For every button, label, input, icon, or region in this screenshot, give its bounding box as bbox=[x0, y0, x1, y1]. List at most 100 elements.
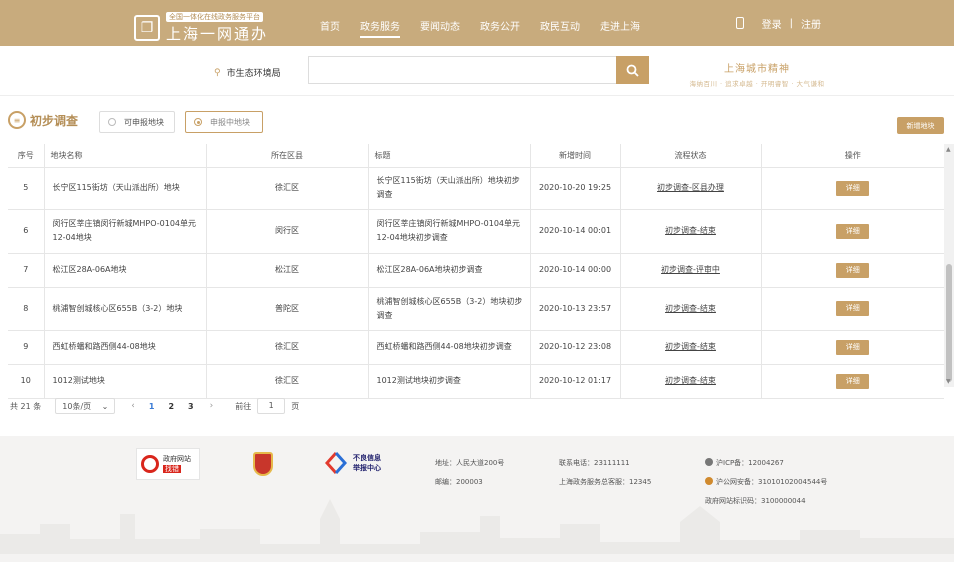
chevron-down-icon: ⌄ bbox=[101, 401, 109, 411]
row-no: 10 bbox=[8, 364, 45, 399]
filter-label: 可申报地块 bbox=[124, 117, 164, 127]
table-row: 7 松江区28A-06A地块 松江区 松江区28A-06A地块初步调查 2020… bbox=[8, 253, 944, 288]
detail-button[interactable]: 详细 bbox=[836, 262, 870, 278]
row-no: 9 bbox=[8, 330, 45, 365]
row-district: 普陀区 bbox=[206, 287, 369, 331]
logo-subtitle: 全国一体化在线政务服务平台 bbox=[166, 12, 263, 22]
row-status-link[interactable]: 初步调查-区县办理 bbox=[657, 183, 724, 192]
row-no: 6 bbox=[8, 209, 45, 254]
row-no: 5 bbox=[8, 167, 45, 210]
row-no: 8 bbox=[8, 287, 45, 331]
row-district: 松江区 bbox=[206, 253, 369, 288]
main-content: ≡ 初步调查 可申报地块 申报中地块 新增地块 序号 地块名称 所在区县 标题 … bbox=[0, 96, 954, 436]
page-size-select[interactable]: 10条/页 ⌄ bbox=[55, 398, 116, 414]
col-header-time: 新增时间 bbox=[530, 144, 621, 168]
row-status-link[interactable]: 初步调查-结束 bbox=[665, 342, 716, 351]
row-district: 徐汇区 bbox=[206, 330, 369, 365]
footer: 政府网站 找错 不良信息 举报中心 地址：人民大道200号 邮编：200003 … bbox=[0, 436, 954, 562]
badge-line2: 找错 bbox=[163, 465, 181, 473]
scroll-down-icon[interactable]: ▼ bbox=[946, 378, 951, 385]
site-logo[interactable]: ❐ 全国一体化在线政务服务平台 上海一网通办 bbox=[134, 12, 268, 44]
location-label: 市生态环境局 bbox=[226, 69, 281, 79]
nav-interaction[interactable]: 政民互动 bbox=[530, 0, 590, 46]
search-row: ⚲ 市生态环境局 上海城市精神 海纳百川 · 追求卓越 · 开明睿智 · 大气谦… bbox=[0, 46, 954, 96]
col-header-status: 流程状态 bbox=[620, 144, 762, 168]
nav-news[interactable]: 要闻动态 bbox=[410, 0, 470, 46]
table-row: 5 长宁区115街坊（天山派出所）地块 徐汇区 长宁区115街坊（天山派出所）地… bbox=[8, 167, 944, 210]
page-3[interactable]: 3 bbox=[188, 402, 194, 411]
plot-table: 序号 地块名称 所在区县 标题 新增时间 流程状态 操作 5 长宁区115街坊（… bbox=[8, 144, 944, 399]
row-district: 闵行区 bbox=[206, 209, 369, 254]
nav-home[interactable]: 首页 bbox=[310, 0, 350, 46]
table-row: 9 西虹桥蟠和路西侧44-08地块 徐汇区 西虹桥蟠和路西侧44-08地块初步调… bbox=[8, 330, 944, 365]
footer-phone: 联系电话：23111111 bbox=[559, 459, 630, 467]
filter-applying-plots[interactable]: 申报中地块 bbox=[185, 111, 263, 133]
row-status-link[interactable]: 初步调查-结束 bbox=[665, 226, 716, 235]
page-1[interactable]: 1 bbox=[149, 402, 155, 411]
row-district: 徐汇区 bbox=[206, 364, 369, 399]
police-badge-icon bbox=[705, 477, 713, 485]
nav-about-shanghai[interactable]: 走进上海 bbox=[590, 0, 650, 46]
detail-button[interactable]: 详细 bbox=[836, 180, 870, 196]
logo-title: 上海一网通办 bbox=[166, 25, 269, 43]
filter-available-plots[interactable]: 可申报地块 bbox=[99, 111, 175, 133]
row-status-link[interactable]: 初步调查-结束 bbox=[665, 376, 716, 385]
nav-gov-open[interactable]: 政务公开 bbox=[470, 0, 530, 46]
gov-site-error-report-badge[interactable]: 政府网站 找错 bbox=[136, 448, 200, 480]
footer-contact-col1: 地址：人民大道200号 邮编：200003 bbox=[435, 454, 504, 492]
row-status-link[interactable]: 初步调查-结束 bbox=[665, 304, 716, 313]
scroll-up-icon[interactable]: ▲ bbox=[946, 146, 951, 153]
mobile-icon[interactable] bbox=[735, 17, 744, 29]
report-line2: 举报中心 bbox=[353, 464, 381, 472]
table-scrollbar[interactable]: ▲ ▼ bbox=[944, 144, 954, 387]
location-selector[interactable]: ⚲ 市生态环境局 bbox=[214, 66, 281, 80]
bad-info-report-center[interactable]: 不良信息 举报中心 bbox=[325, 452, 381, 474]
main-nav: 首页 政务服务 要闻动态 政务公开 政民互动 走进上海 bbox=[310, 0, 650, 46]
register-link[interactable]: 注册 bbox=[801, 16, 821, 31]
search-button[interactable] bbox=[616, 56, 649, 84]
scroll-thumb[interactable] bbox=[946, 264, 952, 382]
auth-separator: | bbox=[789, 17, 793, 29]
icp-icon bbox=[705, 458, 713, 466]
row-plot-name: 1012测试地块 bbox=[44, 364, 207, 399]
search-input[interactable] bbox=[308, 56, 616, 84]
page-2[interactable]: 2 bbox=[168, 402, 174, 411]
logo-mark-icon: ❐ bbox=[134, 15, 160, 41]
detail-button[interactable]: 详细 bbox=[836, 373, 870, 389]
row-plot-name: 西虹桥蟠和路西侧44-08地块 bbox=[44, 330, 207, 365]
row-status-link[interactable]: 初步调查-评审中 bbox=[661, 265, 720, 274]
page-suffix: 页 bbox=[291, 401, 300, 411]
row-time: 2020-10-14 00:00 bbox=[530, 253, 621, 288]
row-plot-name: 长宁区115街坊（天山派出所）地块 bbox=[44, 167, 207, 210]
next-page-icon[interactable]: › bbox=[210, 401, 214, 411]
prev-page-icon[interactable]: ‹ bbox=[131, 401, 135, 411]
detail-button[interactable]: 详细 bbox=[836, 223, 870, 239]
col-header-district: 所在区县 bbox=[206, 144, 369, 168]
total-count: 共 21 条 bbox=[10, 401, 42, 411]
footer-icp[interactable]: 沪ICP备：12004267 bbox=[716, 459, 784, 467]
city-spirit-banner: 上海城市精神 海纳百川 · 追求卓越 · 开明睿智 · 大气谦和 bbox=[684, 60, 830, 88]
detail-button[interactable]: 详细 bbox=[836, 301, 870, 316]
row-time: 2020-10-20 19:25 bbox=[530, 167, 621, 210]
badge-line1: 政府网站 bbox=[163, 455, 191, 463]
col-header-action: 操作 bbox=[761, 144, 944, 168]
top-bar: ❐ 全国一体化在线政务服务平台 上海一网通办 首页 政务服务 要闻动态 政务公开… bbox=[0, 0, 954, 46]
nav-gov-services[interactable]: 政务服务 bbox=[350, 0, 410, 46]
row-title: 松江区28A-06A地块初步调查 bbox=[368, 253, 531, 288]
table-header-row: 序号 地块名称 所在区县 标题 新增时间 流程状态 操作 bbox=[8, 144, 944, 168]
footer-site-id: 政府网站标识码：3100000044 bbox=[705, 497, 806, 505]
detail-button[interactable]: 详细 bbox=[836, 339, 870, 355]
login-link[interactable]: 登录 bbox=[762, 16, 782, 31]
report-line1: 不良信息 bbox=[353, 454, 381, 462]
goto-page-input[interactable]: 1 bbox=[257, 398, 286, 414]
magnifier-icon bbox=[141, 455, 159, 473]
row-time: 2020-10-13 23:57 bbox=[530, 287, 621, 331]
footer-postcode: 邮编：200003 bbox=[435, 478, 483, 486]
add-plot-button[interactable]: 新增地块 bbox=[897, 117, 944, 134]
report-center-icon bbox=[325, 452, 347, 474]
footer-police[interactable]: 沪公网安备：31010102004544号 bbox=[716, 478, 827, 486]
goto-label: 前往 bbox=[235, 401, 252, 411]
search-icon bbox=[626, 64, 639, 77]
party-emblem-icon[interactable] bbox=[253, 452, 273, 476]
footer-contact-col2: 联系电话：23111111 上海政务服务总客服：12345 bbox=[559, 454, 651, 492]
